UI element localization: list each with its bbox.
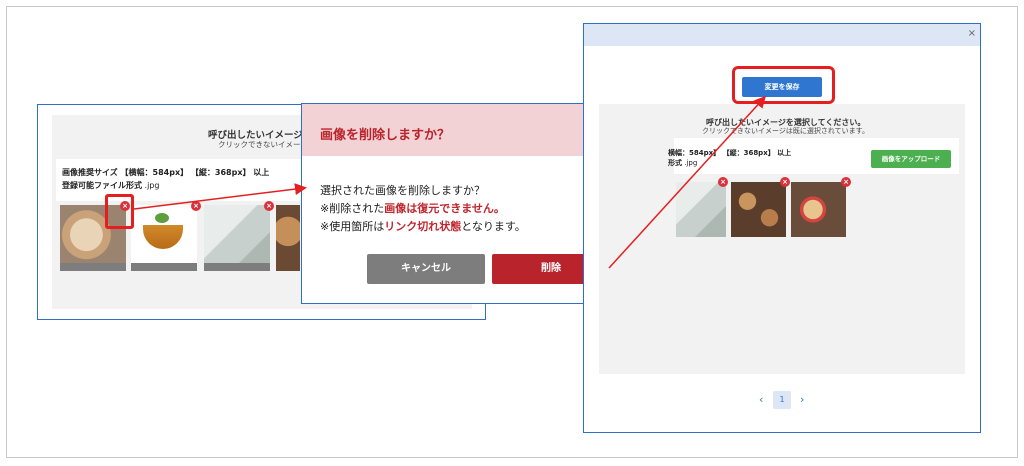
image-picker-window-right: × 変更を保存 呼び出したいイメージを選択してください。 クリックできないイメー… <box>583 23 981 433</box>
thumbnail-pastries[interactable] <box>731 182 786 237</box>
upload-image-button[interactable]: 画像をアップロード <box>871 150 951 168</box>
thumbnail-caption-bar <box>60 263 126 271</box>
message-text: ※使用箇所は <box>320 220 385 233</box>
file-format-value: .jpg <box>142 181 160 190</box>
next-page-chevron-icon[interactable]: › <box>800 393 804 406</box>
message-text: ※削除された <box>320 202 385 215</box>
prev-page-chevron-icon[interactable]: ‹ <box>759 393 763 406</box>
delete-icon-highlight <box>105 194 134 229</box>
file-format-text: 形式 .jpg <box>668 158 697 168</box>
tea-cup-shape <box>143 225 183 249</box>
thumbnail-tea[interactable] <box>131 205 197 271</box>
thumbnail-caption-bar <box>204 263 270 271</box>
pagination: ‹ 1 › <box>756 391 816 411</box>
warning-text: リンク切れ状態 <box>384 220 462 233</box>
recommended-size-text: 横幅：584px】 【縦：368px】 以上 <box>668 149 792 157</box>
dialog-message-line3: ※使用箇所はリンク切れ状態となります。 <box>320 218 526 234</box>
cancel-button[interactable]: キャンセル <box>367 254 485 284</box>
delete-thumbnail-icon[interactable]: × <box>780 177 790 187</box>
warning-text: 画像は復元できません。 <box>384 202 505 215</box>
delete-thumbnail-icon[interactable]: × <box>718 177 728 187</box>
file-format-label: 形式 <box>668 159 682 167</box>
thumbnail-pastries-partial[interactable] <box>276 205 300 271</box>
save-button-highlight <box>732 66 835 104</box>
delete-thumbnail-icon[interactable]: × <box>841 177 851 187</box>
file-format-label: 登録可能ファイル形式 <box>62 181 142 190</box>
picker-subtitle: クリックできないイメージは既に選択されています。 <box>702 127 869 135</box>
close-icon[interactable]: × <box>968 28 976 39</box>
file-format-value: .jpg <box>682 159 698 167</box>
dialog-message-line2: ※削除された画像は復元できません。 <box>320 200 505 216</box>
page-number-button[interactable]: 1 <box>773 391 791 409</box>
window-titlebar <box>584 24 980 46</box>
mint-leaf-shape <box>155 213 169 223</box>
delete-thumbnail-icon[interactable]: × <box>191 201 201 211</box>
file-format-text: 登録可能ファイル形式 .jpg <box>62 180 159 191</box>
thumbnail-room[interactable] <box>204 205 270 271</box>
thumbnail-room-partial[interactable] <box>676 182 726 237</box>
dialog-title: 画像を削除しますか？ <box>320 128 451 143</box>
dialog-message-line1: 選択された画像を削除しますか？ <box>320 184 485 197</box>
delete-thumbnail-icon[interactable]: × <box>264 201 274 211</box>
recommended-size-text: 画像推奨サイズ 【横幅：584px】 【縦：368px】 以上 <box>62 168 270 177</box>
thumbnail-tarts[interactable] <box>791 182 846 237</box>
thumbnail-caption-bar <box>131 263 197 271</box>
message-text: となります。 <box>461 220 526 233</box>
